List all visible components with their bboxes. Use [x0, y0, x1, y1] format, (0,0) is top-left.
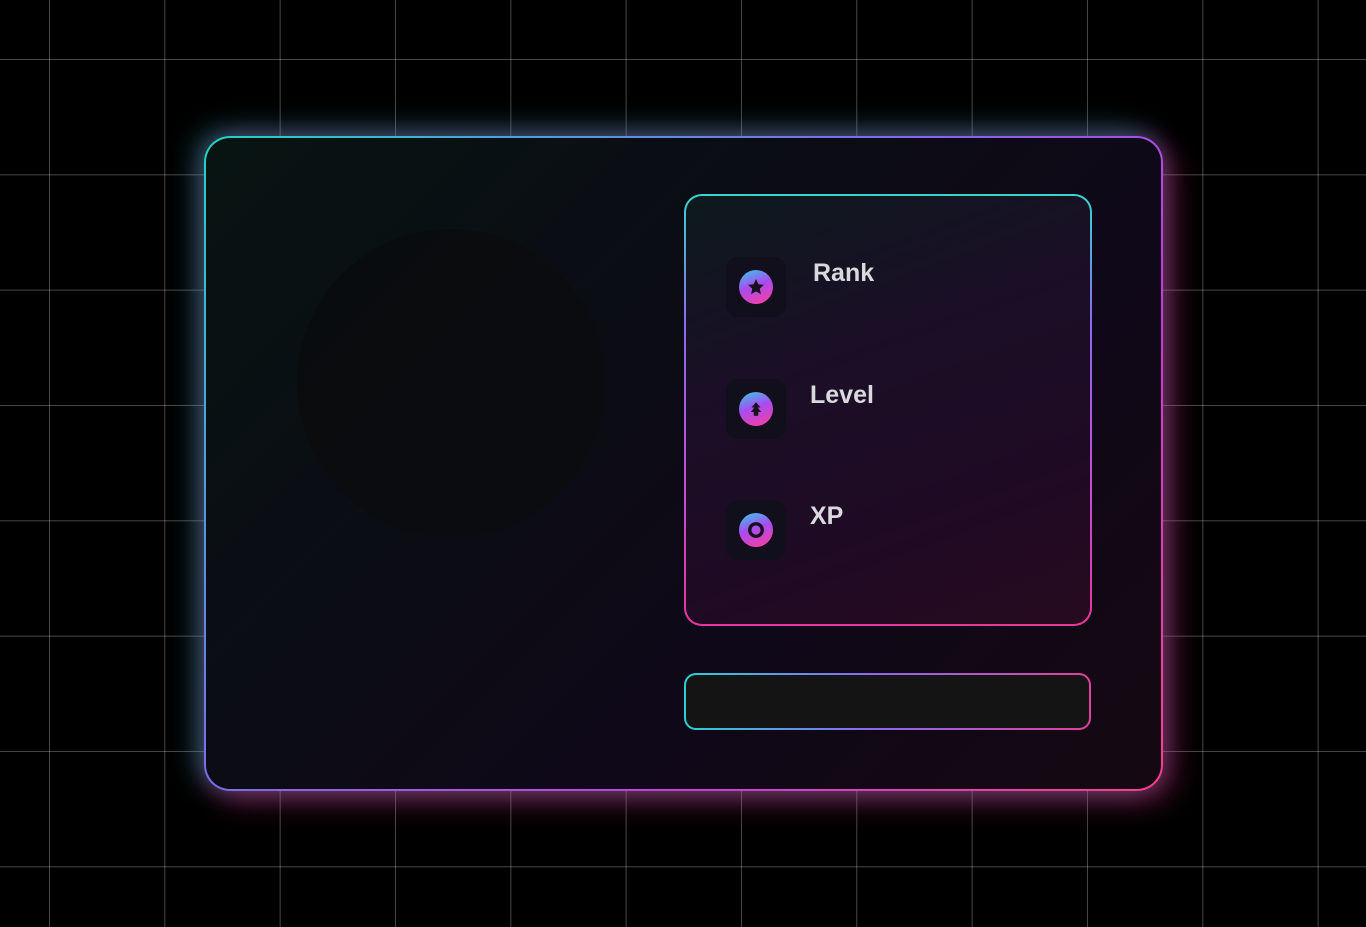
rank-icon-box: [726, 257, 786, 317]
profile-card: Rank Level XP: [204, 136, 1163, 791]
stat-row-rank: Rank: [726, 257, 1056, 317]
level-icon-box: [726, 379, 786, 439]
star-icon: [739, 270, 773, 304]
level-up-icon: [739, 392, 773, 426]
stats-panel: Rank Level XP: [684, 194, 1092, 626]
stat-label: Rank: [813, 259, 875, 287]
avatar-placeholder: [297, 229, 605, 537]
stat-row-xp: XP: [726, 500, 1056, 560]
profile-card-body: Rank Level XP: [206, 138, 1161, 789]
action-bar[interactable]: [684, 673, 1091, 730]
action-bar-body[interactable]: [686, 675, 1089, 728]
stat-label: Level: [810, 381, 874, 409]
xp-ring-icon: [739, 513, 773, 547]
stat-row-level: Level: [726, 379, 1056, 439]
stat-label: XP: [810, 502, 844, 530]
xp-icon-box: [726, 500, 786, 560]
stats-panel-body: Rank Level XP: [686, 196, 1090, 624]
